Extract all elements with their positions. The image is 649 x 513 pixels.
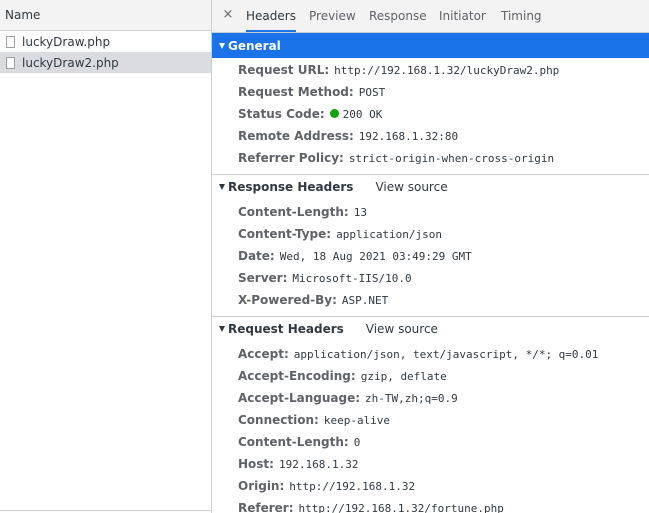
header-name: Origin: xyxy=(238,479,285,493)
header-row: Accept-Encoding: gzip, deflate xyxy=(238,365,447,387)
section-title: Request Headers xyxy=(228,322,344,336)
header-row: Connection: keep-alive xyxy=(238,409,390,431)
file-icon xyxy=(6,35,15,48)
header-value: 192.168.1.32 xyxy=(278,458,359,471)
header-name: Content-Type: xyxy=(238,227,332,241)
request-row-luckydraw[interactable]: luckyDraw.php xyxy=(0,31,211,52)
header-name: Accept: xyxy=(238,347,289,361)
header-name: Referer: xyxy=(238,501,294,513)
header-name: Referrer Policy: xyxy=(238,151,344,165)
header-value: http://192.168.1.32 xyxy=(289,480,416,493)
header-value: 192.168.1.32:80 xyxy=(358,130,459,143)
header-name: Request URL: xyxy=(238,63,330,77)
header-name: Accept-Language: xyxy=(238,391,361,405)
tab-headers[interactable]: Headers xyxy=(246,0,296,32)
header-name: Request Method: xyxy=(238,85,354,99)
header-value: zh-TW,zh;q=0.9 xyxy=(365,392,458,405)
header-name: Remote Address: xyxy=(238,129,354,143)
header-name: Content-Length: xyxy=(238,435,349,449)
tab-preview[interactable]: Preview xyxy=(309,0,356,32)
header-value: http://192.168.1.32/luckyDraw2.php xyxy=(334,64,560,77)
header-value: application/json, text/javascript, */*; … xyxy=(293,348,599,361)
header-name: Connection: xyxy=(238,413,319,427)
header-value: ASP.NET xyxy=(341,294,389,307)
file-icon xyxy=(6,56,15,69)
header-row: Request URL: http://192.168.1.32/luckyDra… xyxy=(238,59,559,81)
header-value: 0 xyxy=(353,436,361,449)
header-value: POST xyxy=(358,86,386,99)
devtools-network-panel: Name luckyDraw.php luckyDraw2.php × Head… xyxy=(0,0,649,513)
header-name: Host: xyxy=(238,457,274,471)
header-row: Content-Length: 13 xyxy=(238,201,367,223)
header-row: Accept-Language: zh-TW,zh;q=0.9 xyxy=(238,387,458,409)
tab-response[interactable]: Response xyxy=(369,0,427,32)
header-name: Server: xyxy=(238,271,288,285)
details-tabbar: × Headers Preview Response Initiator Tim… xyxy=(212,0,649,33)
header-name: Content-Length: xyxy=(238,205,349,219)
section-title: General xyxy=(228,38,281,53)
request-row-luckydraw2[interactable]: luckyDraw2.php xyxy=(0,52,211,73)
header-row: Referer: http://192.168.1.32/fortune.php xyxy=(238,497,504,513)
section-title: Response Headers xyxy=(228,180,354,194)
header-value: Microsoft-IIS/10.0 xyxy=(292,272,412,285)
request-list: Name luckyDraw.php luckyDraw2.php xyxy=(0,0,212,513)
header-row: Remote Address: 192.168.1.32:80 xyxy=(238,125,458,147)
header-row: Status Code: 200 OK xyxy=(238,103,382,125)
header-value: Wed, 18 Aug 2021 03:49:29 GMT xyxy=(279,250,472,263)
header-row: Referrer Policy: strict-origin-when-cross… xyxy=(238,147,554,169)
tab-initiator[interactable]: Initiator xyxy=(439,0,486,32)
view-source-link[interactable]: View source xyxy=(375,180,447,194)
request-headers-section-header[interactable]: Request Headers View source xyxy=(212,316,649,341)
status-ok-icon xyxy=(329,109,339,118)
header-row: Content-Length: 0 xyxy=(238,431,360,453)
header-row: Host: 192.168.1.32 xyxy=(238,453,358,475)
triangle-down-icon xyxy=(219,326,225,332)
tab-timing[interactable]: Timing xyxy=(501,0,542,32)
name-column-header[interactable]: Name xyxy=(0,0,211,31)
header-row: X-Powered-By: ASP.NET xyxy=(238,289,388,311)
header-value: http://192.168.1.32/fortune.php xyxy=(298,502,504,513)
general-section-header[interactable]: General xyxy=(212,33,649,58)
header-value: gzip, deflate xyxy=(360,370,447,383)
header-value: 13 xyxy=(353,206,367,219)
header-row: Request Method: POST xyxy=(238,81,385,103)
request-details: × Headers Preview Response Initiator Tim… xyxy=(212,0,649,513)
triangle-down-icon xyxy=(219,184,225,190)
divider xyxy=(0,510,211,511)
header-name: X-Powered-By: xyxy=(238,293,337,307)
header-name: Accept-Encoding: xyxy=(238,369,356,383)
close-icon[interactable]: × xyxy=(221,7,235,23)
header-value: 200 OK xyxy=(342,108,383,121)
request-name: luckyDraw2.php xyxy=(22,55,119,70)
header-row: Content-Type: application/json xyxy=(238,223,442,245)
header-row: Server: Microsoft-IIS/10.0 xyxy=(238,267,412,289)
response-headers-section-header[interactable]: Response Headers View source xyxy=(212,174,649,199)
header-row: Origin: http://192.168.1.32 xyxy=(238,475,415,497)
header-value: keep-alive xyxy=(323,414,391,427)
triangle-down-icon xyxy=(219,42,225,49)
header-value: strict-origin-when-cross-origin xyxy=(348,152,555,165)
header-name: Date: xyxy=(238,249,275,263)
header-row: Date: Wed, 18 Aug 2021 03:49:29 GMT xyxy=(238,245,472,267)
header-row: Accept: application/json, text/javascript… xyxy=(238,343,598,365)
request-name: luckyDraw.php xyxy=(22,34,111,49)
header-name: Status Code: xyxy=(238,107,325,121)
view-source-link[interactable]: View source xyxy=(366,322,438,336)
header-value: application/json xyxy=(336,228,443,241)
